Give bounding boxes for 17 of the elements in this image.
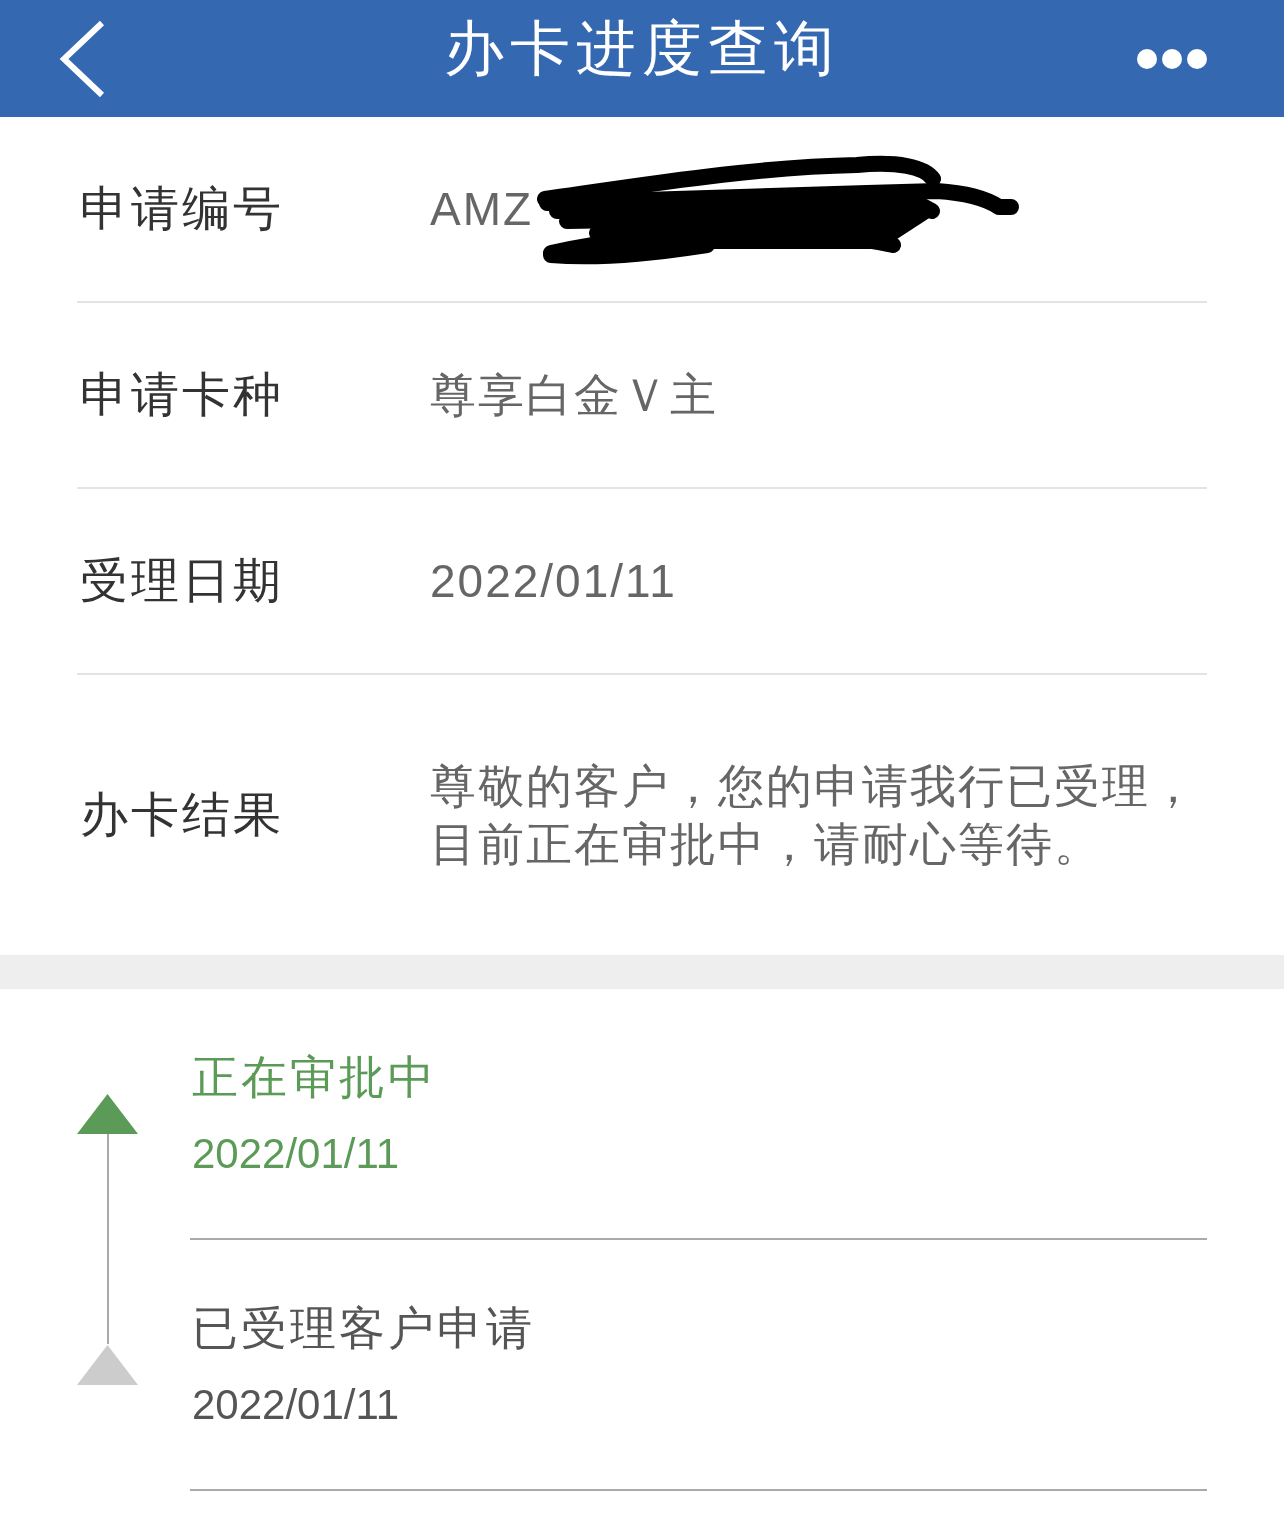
status-date: 2022/01/11 [192, 1380, 401, 1430]
field-value: 2022/01/11 [430, 554, 678, 609]
status-date: 2022/01/11 [192, 1129, 401, 1179]
field-value: 尊敬的客户，您的申请我行已受理，目前正在审批中，请耐心等待。 [430, 759, 1199, 872]
field-label: 申请编号 [79, 181, 285, 237]
field-label: 申请卡种 [79, 367, 285, 423]
status-title: 正在审批中 [192, 1050, 438, 1105]
field-label: 受理日期 [79, 553, 285, 609]
field-value: AMZ [430, 182, 534, 237]
more-icon [1136, 47, 1208, 70]
field-value: 尊享白金Ｖ主 [430, 368, 719, 423]
field-label: 办卡结果 [79, 787, 285, 843]
back-button[interactable] [58, 18, 106, 99]
more-button[interactable] [1136, 47, 1208, 70]
page-title: 办卡进度查询 [444, 13, 840, 84]
chevron-left-icon [58, 18, 106, 99]
status-title: 已受理客户申请 [192, 1301, 536, 1356]
